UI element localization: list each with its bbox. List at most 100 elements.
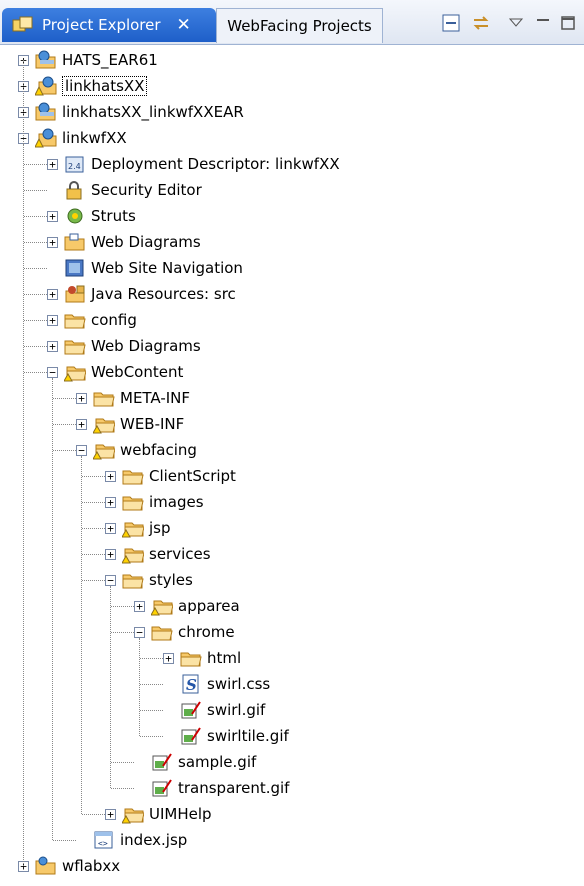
tree-item-wflabxx[interactable]: + wflabxx (18, 853, 120, 879)
tree-item-jsp[interactable]: + jsp (105, 515, 171, 541)
close-icon[interactable]: ✕ (177, 15, 191, 35)
tree-item-label: swirl.css (207, 675, 271, 693)
collapse-icon[interactable]: − (134, 626, 145, 638)
tree-item-linkhatsxx[interactable]: + linkhatsXX (18, 73, 148, 99)
minimize-icon[interactable] (532, 12, 554, 34)
tree-item-web-inf[interactable]: + WEB-INF (76, 411, 184, 437)
security-icon (66, 181, 82, 200)
expand-icon[interactable]: + (76, 418, 87, 430)
expand-icon[interactable]: + (105, 522, 116, 534)
expand-icon[interactable]: + (105, 548, 116, 560)
tree-item-label: WEB-INF (120, 415, 185, 433)
tree-item-struts[interactable]: + Struts (47, 203, 136, 229)
tree-connector-spacer (76, 835, 87, 846)
expand-icon[interactable]: + (47, 314, 58, 326)
tree-item-swirl-css[interactable]: Sswirl.css (163, 671, 270, 697)
tree-item-label: html (207, 649, 242, 667)
expand-icon[interactable]: + (47, 210, 58, 222)
ear-project-icon (35, 50, 56, 69)
tree-item-transparent-gif[interactable]: transparent.gif (134, 775, 289, 801)
tree-connector (24, 372, 47, 373)
tree-connector (110, 586, 111, 788)
tree-connector (82, 476, 105, 477)
folder-warn-icon (151, 600, 173, 616)
tree-connector (82, 580, 105, 581)
tree-connector-spacer (134, 783, 145, 794)
java-icon (65, 285, 85, 303)
tree-item-label: Web Site Navigation (91, 259, 243, 277)
folder-warn-icon (93, 444, 115, 460)
tree-item-java-resources-src[interactable]: + Java Resources: src (47, 281, 236, 307)
tree-item-linkwfxx[interactable]: − linkwfXX (18, 125, 127, 151)
tree-item-services[interactable]: + services (105, 541, 211, 567)
tree-item-label: Java Resources: src (91, 285, 236, 303)
tree-connector-spacer (163, 731, 174, 742)
tree-item-html[interactable]: + html (163, 645, 241, 671)
tree-item-meta-inf[interactable]: + META-INF (76, 385, 190, 411)
tree-item-web-diagrams[interactable]: + Web Diagrams (47, 333, 201, 359)
expand-icon[interactable]: + (47, 288, 58, 300)
folder-icon (64, 340, 86, 355)
tree-item-sample-gif[interactable]: sample.gif (134, 749, 256, 775)
tree-item-label: services (149, 545, 211, 563)
collapse-icon[interactable]: − (47, 366, 58, 378)
tree-item-apparea[interactable]: + apparea (134, 593, 240, 619)
tree-item-label: Web Diagrams (91, 233, 201, 251)
tree-connector (24, 346, 47, 347)
tree-item-clientscript[interactable]: + ClientScript (105, 463, 236, 489)
tree-connector (140, 658, 163, 659)
tree-connector (111, 606, 134, 607)
tree-item-label: webfacing (120, 441, 197, 459)
navigation-icon (65, 259, 84, 277)
tab-project-explorer-label: Project Explorer (42, 16, 161, 34)
tree-item-swirltile-gif[interactable]: swirltile.gif (163, 723, 289, 749)
tree-item-webfacing[interactable]: − webfacing (76, 437, 197, 463)
svg-text:2.4: 2.4 (68, 162, 81, 171)
expand-icon[interactable]: + (163, 652, 174, 664)
expand-icon[interactable]: + (47, 236, 58, 248)
tree-item-linkhatsxx-linkwfxxear[interactable]: + linkhatsXX_linkwfXXEAR (18, 99, 244, 125)
tree-item-label: index.jsp (120, 831, 188, 849)
expand-icon[interactable]: + (47, 340, 58, 352)
tree-connector (82, 814, 105, 815)
view-menu-icon[interactable] (505, 12, 527, 34)
tab-webfacing-projects[interactable]: WebFacing Projects (216, 8, 383, 43)
folder-warn-icon (122, 522, 144, 538)
jsp-icon: <> (94, 831, 113, 849)
expand-icon[interactable]: + (105, 470, 116, 482)
tree-item-deployment-descriptor-linkwfxx[interactable]: +2.4 Deployment Descriptor: linkwfXX (47, 151, 340, 177)
expand-icon[interactable]: + (105, 496, 116, 508)
webdiagram-icon (64, 233, 85, 251)
collapse-icon[interactable]: − (76, 444, 87, 456)
expand-icon[interactable]: + (47, 158, 58, 170)
tree-item-label: wflabxx (62, 857, 121, 875)
link-with-editor-icon[interactable] (470, 12, 492, 34)
tree-item-web-diagrams[interactable]: + Web Diagrams (47, 229, 201, 255)
tree-item-label: Security Editor (91, 181, 202, 199)
tree-connector (111, 762, 134, 763)
tree-connector (81, 456, 82, 814)
tree-connector-spacer (163, 679, 174, 690)
collapse-icon[interactable]: − (105, 574, 116, 586)
tree-item-uimhelp[interactable]: + UIMHelp (105, 801, 212, 827)
tab-project-explorer[interactable]: Project Explorer ✕ (2, 8, 216, 42)
tree-item-config[interactable]: + config (47, 307, 137, 333)
tree-item-images[interactable]: + images (105, 489, 204, 515)
expand-icon[interactable]: + (105, 808, 116, 820)
tree-item-swirl-gif[interactable]: swirl.gif (163, 697, 265, 723)
ear-project-icon (35, 102, 56, 121)
maximize-icon[interactable] (557, 12, 579, 34)
tree-item-webcontent[interactable]: − WebContent (47, 359, 183, 385)
tree-item-hats-ear61[interactable]: + HATS_EAR61 (18, 47, 158, 73)
tree-item-web-site-navigation[interactable]: Web Site Navigation (47, 255, 243, 281)
collapse-all-icon[interactable] (440, 12, 462, 34)
tree-item-security-editor[interactable]: Security Editor (47, 177, 202, 203)
tree-item-chrome[interactable]: − chrome (134, 619, 235, 645)
tree-connector-spacer (163, 705, 174, 716)
expand-icon[interactable]: + (76, 392, 87, 404)
expand-icon[interactable]: + (134, 600, 145, 612)
tree-connector (24, 320, 47, 321)
gif-icon (152, 753, 172, 771)
tree-item-styles[interactable]: − styles (105, 567, 193, 593)
tree-item-index-jsp[interactable]: <> index.jsp (76, 827, 187, 853)
